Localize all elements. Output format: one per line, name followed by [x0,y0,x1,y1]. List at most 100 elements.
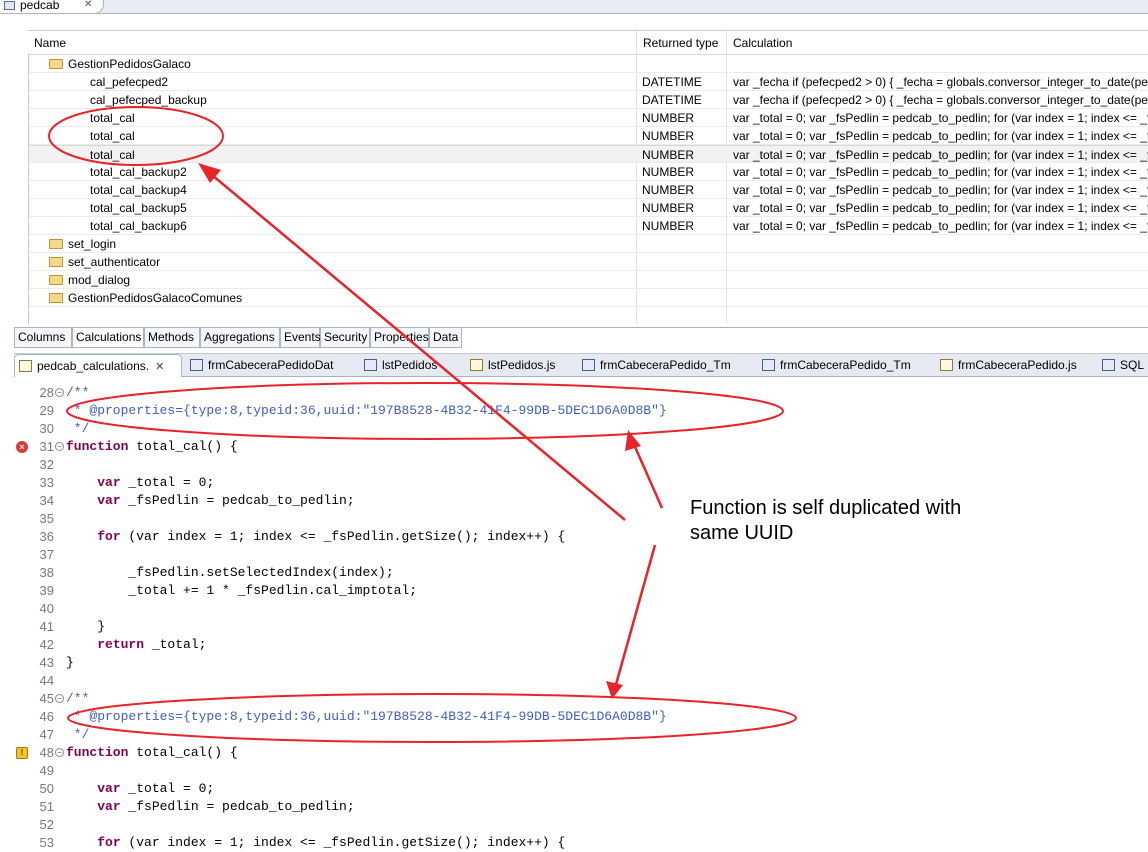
subtab-properties[interactable]: Properties [370,328,429,348]
editor-tab[interactable]: frmCabeceraPedidoDat [186,354,356,377]
table-row[interactable]: total_cal NUMBER var _total = 0; var _fsPe… [29,109,1148,127]
row-name-text: GestionPedidosGalaco [68,57,191,71]
row-returned-type: DATETIME [642,93,702,107]
subtab-calculations[interactable]: Calculations [72,328,144,348]
keyword: function [66,439,129,454]
line-number: 40 [39,601,54,616]
table-row[interactable]: cal_pefecped_backup DATETIME var _fecha if… [29,91,1148,109]
editor-tab-label: frmCabeceraPedido.js [958,358,1077,372]
table-row[interactable]: set_login [29,235,1148,253]
row-divider [29,306,1148,307]
table-row[interactable]: total_cal_backup6 NUMBER var _total = 0; v… [29,217,1148,235]
line-number: 34 [39,493,54,508]
table-row[interactable]: GestionPedidosGalacoComunes [29,289,1148,307]
top-editor-tab[interactable]: pedcab ✕ [0,0,104,14]
line-number: 41 [39,619,54,634]
row-name: mod_dialog [49,271,634,289]
keyword: return [97,637,145,652]
line-number: 30 [39,421,54,436]
table-row[interactable]: total_cal NUMBER var _total = 0; var _fsPe… [29,127,1148,145]
editor-tab[interactable]: lstPedidos.js [466,354,574,377]
annotation-arrow-to-uuid-2 [613,544,657,689]
subtab-security[interactable]: Security [320,328,370,348]
row-name: cal_pefecped_backup [90,91,635,109]
js-file-icon [940,359,953,371]
subtab-events[interactable]: Events [280,328,321,348]
row-returned-type: DATETIME [642,75,702,89]
row-name: total_cal_backup2 [90,163,635,181]
folder-icon [49,59,63,69]
column-header-returned-type[interactable]: Returned type [637,31,727,55]
table-row[interactable]: GestionPedidosGalaco [29,55,1148,73]
fold-toggle-icon[interactable]: − [55,442,64,451]
folder-icon [49,293,63,303]
code-line: } [66,655,74,670]
table-row[interactable]: mod_dialog [29,271,1148,289]
editor-tab-label: lstPedidos [382,358,438,372]
row-name: cal_pefecped2 [90,73,635,91]
row-returned-type: NUMBER [642,111,695,125]
code-line: */ [66,727,90,742]
code-line: for (var index = 1; index <= _fsPedlin.g… [97,835,566,850]
error-marker-icon[interactable]: × [16,441,28,453]
row-name-text: set_login [68,237,117,251]
editor-tab[interactable]: lstPedidos [360,354,462,377]
folder-icon [49,275,63,285]
row-calculation: var _total = 0; var _fsPedlin = pedcab_t… [733,219,1148,233]
editor-tab[interactable]: pedcab_calculations. ✕ [14,354,182,377]
table-row[interactable]: total_cal NUMBER var _total = 0; var _fsPe… [29,145,1148,163]
code-line: var _total = 0; [97,475,215,490]
line-number: 29 [39,403,54,418]
subtab-methods[interactable]: Methods [144,328,200,348]
keyword: function [66,745,129,760]
keyword: var [97,781,121,796]
row-returned-type: NUMBER [642,183,695,197]
editor-tab[interactable]: frmCabeceraPedido.js [936,354,1094,377]
annotation-arrowhead [606,681,623,699]
keyword: var [97,493,121,508]
editor-tab[interactable]: SQL [1098,354,1148,377]
editor-tab[interactable]: frmCabeceraPedido_Tm [758,354,932,377]
subtab-columns[interactable]: Columns [14,328,72,348]
column-header-calculation[interactable]: Calculation [727,31,1147,55]
table-row[interactable]: set_authenticator [29,253,1148,271]
row-returned-type: NUMBER [642,201,695,215]
table-row[interactable]: cal_pefecped2 DATETIME var _fecha if (pefe… [29,73,1148,91]
row-name-text: mod_dialog [68,273,131,287]
row-calculation: var _total = 0; var _fsPedlin = pedcab_t… [733,129,1148,143]
code-line: function total_cal() { [66,439,238,454]
column-header-name[interactable]: Name [28,31,636,55]
table-row[interactable]: total_cal_backup2 NUMBER var _total = 0; v… [29,163,1148,181]
line-number: 50 [39,781,54,796]
code-line: var _fsPedlin = pedcab_to_pedlin; [97,493,355,508]
subtab-data[interactable]: Data [429,328,462,348]
row-name-text: total_cal_backup2 [90,165,187,179]
form-icon [364,359,377,371]
fold-toggle-icon[interactable]: − [55,694,64,703]
table-header: Name Returned type Calculation [28,31,1148,55]
code-line: for (var index = 1; index <= _fsPedlin.g… [97,529,566,544]
top-tab-strip [0,0,1148,14]
js-file-icon [19,360,32,372]
fold-toggle-icon[interactable]: − [55,388,64,397]
line-number: 37 [39,547,54,562]
line-number: 43 [39,655,54,670]
table-row[interactable]: total_cal_backup5 NUMBER var _total = 0; v… [29,199,1148,217]
row-name: total_cal_backup6 [90,217,635,235]
close-icon[interactable]: ✕ [84,0,92,10]
editor-tab[interactable]: frmCabeceraPedido_Tm [578,354,754,377]
fold-toggle-icon[interactable]: − [55,748,64,757]
warning-marker-icon[interactable]: ! [16,747,28,759]
row-name-text: cal_pefecped_backup [90,93,207,107]
form-icon [762,359,775,371]
close-icon[interactable]: ✕ [155,361,164,373]
code-line: var _total = 0; [97,781,215,796]
code-line: * @properties={type:8,typeid:36,uuid:"19… [66,403,667,418]
table-row[interactable]: total_cal_backup4 NUMBER var _total = 0; v… [29,181,1148,199]
subtab-aggregations[interactable]: Aggregations [200,328,280,348]
row-name-text: cal_pefecped2 [90,75,169,89]
row-calculation: var _total = 0; var _fsPedlin = pedcab_t… [733,201,1148,215]
editor-tab-label: SQL [1120,358,1145,372]
editor-tab-label: frmCabeceraPedidoDat [208,358,334,372]
row-name: GestionPedidosGalacoComunes [49,289,634,307]
